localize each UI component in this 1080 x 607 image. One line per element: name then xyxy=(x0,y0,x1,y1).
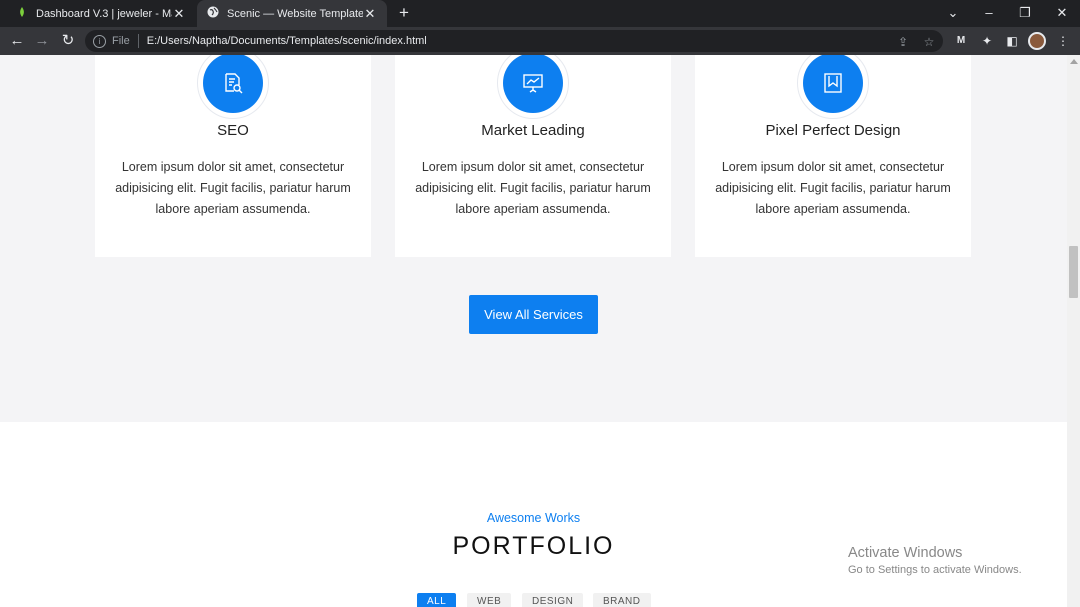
card-text: Lorem ipsum dolor sit amet, consectetur … xyxy=(715,160,951,216)
minimize-icon[interactable]: – xyxy=(971,0,1007,27)
watermark-title: Activate Windows xyxy=(848,545,963,561)
share-icon[interactable]: ⇪ xyxy=(895,34,911,50)
restore-icon[interactable]: ❐ xyxy=(1007,0,1043,27)
filter-web[interactable]: WEB xyxy=(467,593,512,607)
scrollbar[interactable] xyxy=(1067,55,1080,607)
card-text: Lorem ipsum dolor sit amet, consectetur … xyxy=(115,160,351,216)
close-icon[interactable]: ✕ xyxy=(172,6,186,22)
icon-ring xyxy=(197,55,269,119)
window-close-icon[interactable]: ✕ xyxy=(1044,0,1080,27)
filter-all[interactable]: ALL xyxy=(417,593,457,607)
reload-icon[interactable]: ↻ xyxy=(58,31,78,51)
view-all-services-button[interactable]: View All Services xyxy=(469,295,598,334)
card-title: SEO xyxy=(217,122,249,139)
forward-arrow-icon[interactable]: → xyxy=(32,31,52,51)
presentation-chart-icon xyxy=(503,55,563,113)
filter-brand[interactable]: BRAND xyxy=(593,593,651,607)
scroll-up-arrow-icon[interactable] xyxy=(1070,59,1078,64)
icon-ring xyxy=(797,55,869,119)
url-text[interactable]: E:/Users/Naptha/Documents/Templates/scen… xyxy=(147,35,427,47)
close-icon[interactable]: ✕ xyxy=(363,6,377,22)
page-viewport: SEO Lorem ipsum dolor sit amet, consecte… xyxy=(0,55,1067,607)
icon-ring xyxy=(497,55,569,119)
app-favicon-icon xyxy=(16,6,28,21)
filter-design[interactable]: DESIGN xyxy=(522,593,584,607)
divider xyxy=(137,34,139,48)
scheme-label: File xyxy=(112,35,130,47)
side-panel-icon[interactable]: ◧ xyxy=(1004,33,1020,49)
card-text: Lorem ipsum dolor sit amet, consectetur … xyxy=(415,160,651,216)
portfolio-section: Awesome Works PORTFOLIO ALL WEB DESIGN B… xyxy=(0,422,1067,607)
service-card: Market Leading Lorem ipsum dolor sit ame… xyxy=(395,55,671,257)
browser-tab-bar: Dashboard V.3 | jeweler - Material ✕ Sce… xyxy=(0,0,1080,27)
puzzle-extensions-icon[interactable]: ✦ xyxy=(979,33,995,49)
card-title: Market Leading xyxy=(481,122,585,139)
watermark-subtitle: Go to Settings to activate Windows. xyxy=(848,564,1022,576)
menu-kebab-icon[interactable]: ⋮ xyxy=(1055,33,1071,49)
scroll-thumb[interactable] xyxy=(1069,246,1078,298)
tab-scenic[interactable]: Scenic — Website Template by Colorlib ✕ xyxy=(197,0,387,27)
section-eyebrow: Awesome Works xyxy=(486,511,581,525)
new-tab-button[interactable]: + xyxy=(394,3,414,23)
avatar[interactable] xyxy=(1028,32,1046,50)
globe-icon xyxy=(207,6,219,21)
service-card: SEO Lorem ipsum dolor sit amet, consecte… xyxy=(95,55,371,257)
browser-toolbar: ← → ↻ i File E:/Users/Naptha/Documents/T… xyxy=(0,27,1080,55)
tab-dashboard[interactable]: Dashboard V.3 | jeweler - Material ✕ xyxy=(6,0,196,27)
seo-search-icon xyxy=(203,55,263,113)
service-card: Pixel Perfect Design Lorem ipsum dolor s… xyxy=(695,55,971,257)
card-title: Pixel Perfect Design xyxy=(765,122,901,139)
info-icon[interactable]: i xyxy=(93,34,106,48)
windows-activation-watermark: Activate Windows Go to Settings to activ… xyxy=(848,545,1022,576)
tab-search-icon[interactable]: ⌄ xyxy=(935,0,971,27)
tab-title: Dashboard V.3 | jeweler - Material xyxy=(36,7,172,20)
back-arrow-icon[interactable]: ← xyxy=(7,31,27,51)
address-bar[interactable]: i File E:/Users/Naptha/Documents/Templat… xyxy=(85,30,943,52)
tab-title: Scenic — Website Template by Colorlib xyxy=(227,7,363,20)
extension-m-icon[interactable]: M xyxy=(953,33,969,49)
bookmark-star-icon[interactable]: ☆ xyxy=(921,34,937,50)
bookmark-icon xyxy=(803,55,863,113)
